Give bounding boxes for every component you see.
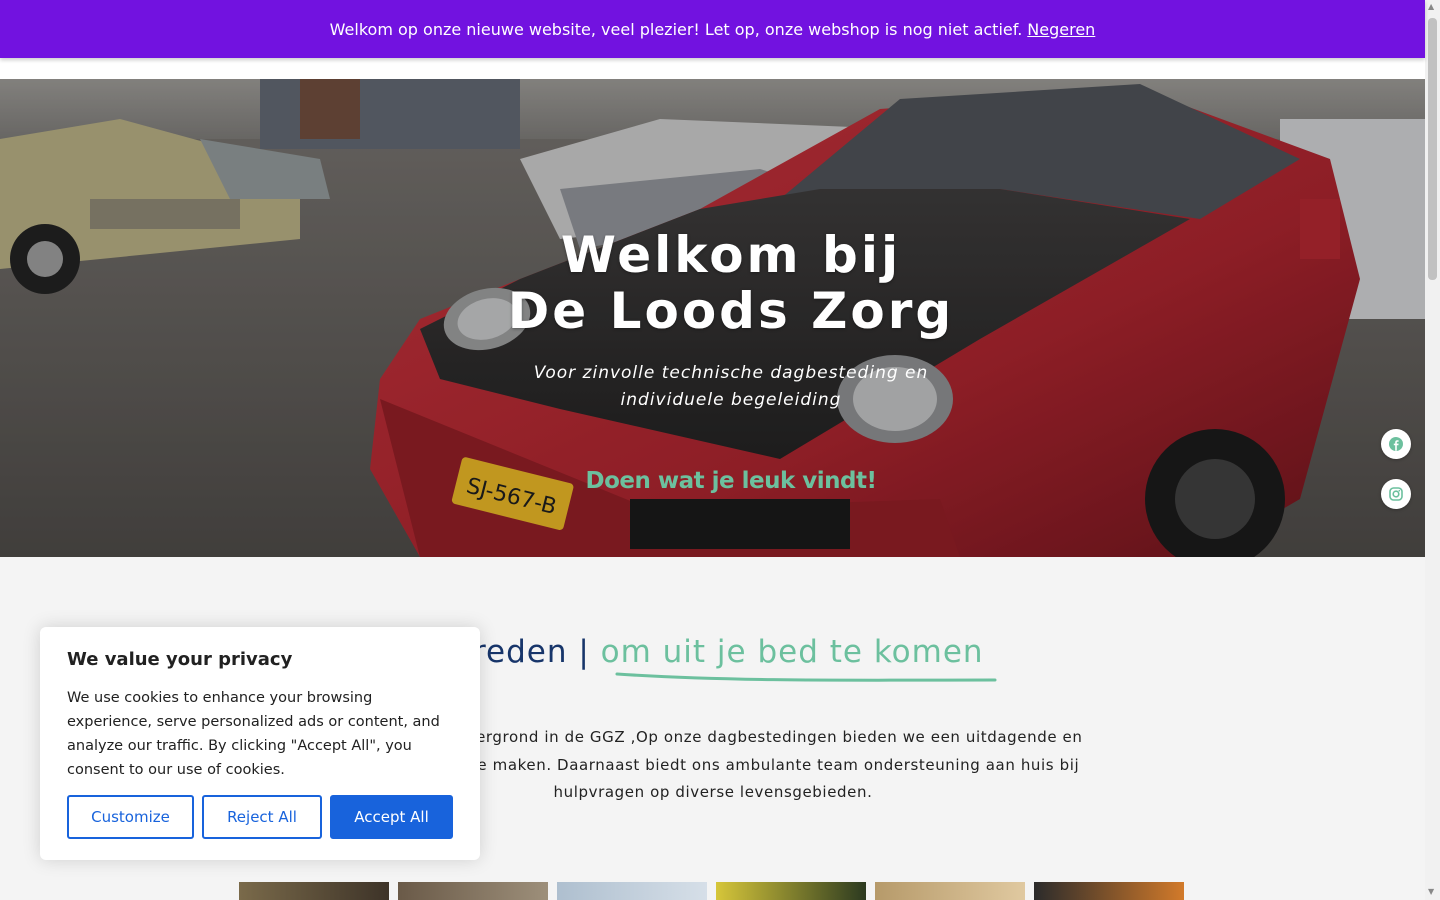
customize-button[interactable]: Customize [67,795,194,839]
gallery-thumb[interactable] [875,882,1025,900]
heading-underline [615,672,997,682]
scrollbar-thumb[interactable] [1428,18,1437,280]
cookie-body: We use cookies to enhance your browsing … [67,690,440,778]
hero-title-line2: De Loods Zorg [507,282,955,340]
notice-bar: Welkom op onze nieuwe website, veel plez… [0,0,1425,58]
facebook-button[interactable] [1381,429,1411,459]
gallery-row [239,882,1184,900]
scroll-up-icon[interactable]: ▲ [1428,2,1434,11]
notice-message: Welkom op onze nieuwe website, veel plez… [329,19,1023,39]
hero-subtitle-line1: Voor zinvolle technische dagbesteding en [533,363,929,383]
hero-title-line1: Welkom bij [560,226,902,284]
gallery-thumb[interactable] [1034,882,1184,900]
facebook-icon [1389,437,1403,451]
gallery-thumb[interactable] [398,882,548,900]
hero-subtitle-line2: individuele begeleiding [620,390,842,410]
page-scrollbar[interactable]: ▲ ▼ [1425,0,1440,900]
hero-banner: SJ-567-B Welkom bij De Loods Zorg Voor z… [0,79,1425,557]
gallery-thumb[interactable] [239,882,389,900]
gallery-thumb[interactable] [557,882,707,900]
scroll-down-icon[interactable]: ▼ [1428,887,1434,896]
notice-dismiss-link[interactable]: Negeren [1027,20,1095,39]
header [0,58,1425,79]
hero-subtitle: Voor zinvolle technische dagbesteding en… [0,360,1425,414]
cookie-buttons: Customize Reject All Accept All [67,795,453,839]
cookie-consent-dialog: We value your privacy We use cookies to … [40,627,480,860]
hero-tagline: Doen wat je leuk vindt! [585,468,878,494]
section-heading-accent: om uit je bed te komen [600,634,984,670]
gallery-thumb[interactable] [716,882,866,900]
instagram-button[interactable] [1381,479,1411,509]
cookie-title: We value your privacy [67,649,293,670]
hero-title: Welkom bij De Loods Zorg [0,227,1425,339]
accept-all-button[interactable]: Accept All [330,795,453,839]
reject-all-button[interactable]: Reject All [202,795,322,839]
instagram-icon [1389,487,1403,501]
